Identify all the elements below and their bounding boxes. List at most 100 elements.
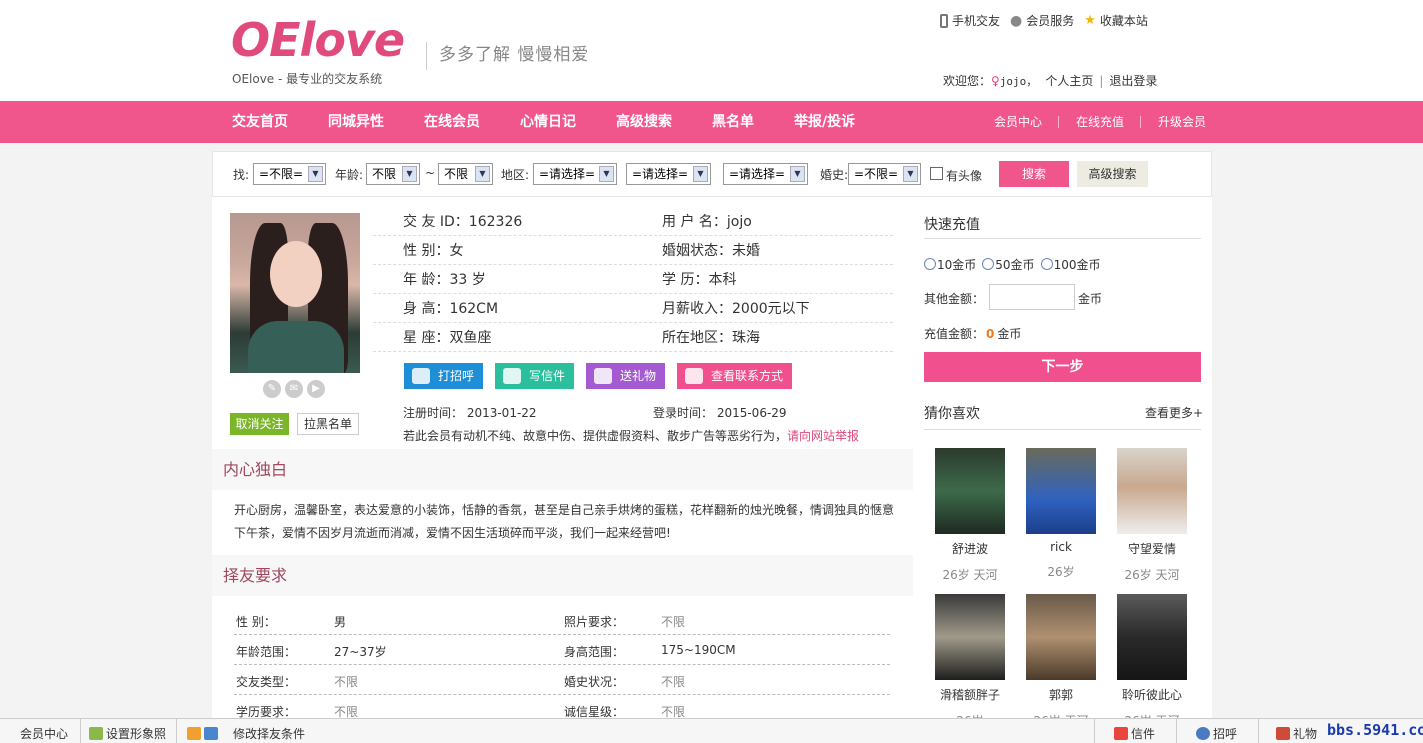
avatar	[935, 448, 1005, 534]
mail-icon[interactable]: ✉	[285, 380, 303, 398]
recharge-option-100[interactable]: 100金币	[1040, 256, 1100, 273]
radio-icon	[924, 258, 936, 270]
header: OElove OElove - 最专业的交友系统 多多了解 慢慢相爱 手机交友 …	[0, 0, 1423, 101]
bottom-letters[interactable]: 信件	[1114, 725, 1155, 742]
report-link[interactable]: 请向网站举报	[787, 429, 859, 443]
city-select[interactable]: =请选择= ▼	[626, 163, 711, 185]
play-icon[interactable]: ▶	[307, 380, 325, 398]
avatar	[935, 594, 1005, 680]
recommend-card[interactable]: 滑稽额胖子26岁	[925, 594, 1015, 729]
chat-icon	[1196, 727, 1210, 740]
requirements-title: 择友要求	[212, 555, 913, 596]
info-row: 年 龄：33 岁学 历：本科	[373, 265, 893, 294]
marriage-select[interactable]: =不限= ▼	[848, 163, 921, 185]
recommend-card[interactable]: rick 26岁	[1016, 448, 1106, 580]
unfollow-button[interactable]: 取消关注	[230, 413, 289, 435]
sidebar: 快速充值 10金币 50金币 100金币 其他金额： 金币 充值金额： 0 金币 下…	[913, 197, 1212, 743]
requirement-row: 年龄范围： 27~37岁 身高范围： 175~190CM	[234, 635, 890, 665]
chat-icon	[412, 368, 430, 384]
recharge-option-50[interactable]: 50金币	[982, 256, 1035, 273]
profile-home-link[interactable]: 个人主页	[1045, 72, 1093, 89]
watermark: bbs.5941.com	[1327, 721, 1423, 739]
photo-icon	[89, 727, 103, 740]
nav-online[interactable]: 在线会员	[424, 101, 480, 143]
avatar	[1026, 594, 1096, 680]
slogan: 多多了解 慢慢相爱	[426, 42, 589, 70]
top-links: 手机交友 ● 会员服务 ★ 收藏本站	[940, 12, 1148, 29]
recommend-card[interactable]: 郭郭26岁 天河	[1016, 594, 1106, 729]
monologue-title: 内心独白	[212, 449, 913, 490]
nav-recharge[interactable]: 在线充值	[1076, 101, 1124, 143]
welcome-bar: 欢迎您： ♀ jojo， 个人主页 | 退出登录	[943, 72, 1158, 89]
recharge-total: 充值金额： 0 金币	[924, 327, 1022, 341]
info-row: 交 友 ID：162326 用 户 名：jojo	[373, 207, 893, 236]
logout-link[interactable]: 退出登录	[1109, 72, 1157, 89]
blacklist-button[interactable]: 拉黑名单	[297, 413, 359, 435]
province-select[interactable]: =请选择= ▼	[533, 163, 617, 185]
top-link-service[interactable]: ● 会员服务	[1010, 12, 1074, 29]
phone-icon	[940, 13, 948, 28]
requirement-row: 交友类型： 不限 婚史状况： 不限	[234, 665, 890, 695]
next-step-button[interactable]: 下一步	[924, 352, 1201, 382]
recommend-card[interactable]: 聆听彼此心26岁 天河	[1107, 594, 1197, 729]
recharge-option-10[interactable]: 10金币	[924, 256, 976, 273]
radio-icon	[982, 258, 995, 270]
search-button[interactable]: 搜索	[999, 161, 1069, 187]
gift-icon	[1276, 727, 1290, 740]
register-time: 注册时间： 2013-01-22	[403, 406, 537, 420]
chevron-down-icon: ▼	[475, 166, 490, 182]
phone-icon	[685, 368, 703, 384]
radio-icon	[1040, 258, 1053, 270]
find-select[interactable]: =不限= ▼	[253, 163, 326, 185]
bottom-member-center[interactable]: 会员中心	[20, 725, 68, 742]
nav-member-center[interactable]: 会员中心	[994, 101, 1042, 143]
edit-icon[interactable]: ✎	[263, 380, 281, 398]
monologue-text: 开心厨房，温馨卧室，表达爱意的小装饰，恬静的香氛，甚至是自己亲手烘烤的蛋糕，花样…	[234, 503, 895, 540]
advanced-search-button[interactable]: 高级搜索	[1077, 161, 1148, 187]
chevron-down-icon: ▼	[693, 166, 708, 182]
amount-input[interactable]	[989, 284, 1075, 310]
greet-button[interactable]: 打招呼	[404, 363, 483, 389]
view-contact-button[interactable]: 查看联系方式	[677, 363, 792, 389]
diamond-icon	[187, 727, 201, 740]
top-link-mobile[interactable]: 手机交友	[940, 12, 1000, 29]
nav-home[interactable]: 交友首页	[232, 101, 288, 143]
chevron-down-icon: ▼	[402, 166, 417, 182]
has-avatar-checkbox[interactable]	[930, 167, 943, 180]
bottom-greetings[interactable]: 招呼	[1196, 725, 1237, 742]
send-gift-button[interactable]: 送礼物	[586, 363, 665, 389]
recommend-card[interactable]: 守望爱情 26岁 天河	[1107, 448, 1197, 583]
requirement-row: 性 别：男照片要求： 不限	[234, 605, 890, 635]
nav-report[interactable]: 举报/投诉	[794, 101, 855, 143]
bottom-toolbar: 会员中心 设置形象照 修改择友条件 信件 招呼 礼物 bbs.5941.com	[0, 718, 1423, 743]
info-row: 星 座：双鱼座 所在地区：珠海	[373, 323, 893, 352]
nav-diary[interactable]: 心情日记	[520, 101, 576, 143]
info-row: 性 别：女 婚姻状态：未婚	[373, 236, 893, 265]
recommend-card[interactable]: 舒进波 26岁 天河	[925, 448, 1015, 583]
envelope-icon	[503, 368, 521, 384]
top-link-favorite[interactable]: ★ 收藏本站	[1084, 12, 1148, 29]
envelope-icon	[1114, 727, 1128, 740]
nav-local[interactable]: 同城异性	[328, 101, 384, 143]
bottom-set-photo[interactable]: 设置形象照	[89, 725, 166, 742]
write-letter-button[interactable]: 写信件	[495, 363, 574, 389]
age-to-select[interactable]: 不限 ▼	[438, 163, 493, 185]
main-nav: 交友首页 同城异性 在线会员 心情日记 高级搜索 黑名单 举报/投诉 会员中心 …	[0, 101, 1423, 143]
bottom-edit-criteria[interactable]: 修改择友条件	[187, 725, 305, 742]
site-logo[interactable]: OElove	[231, 14, 405, 66]
age-from-select[interactable]: 不限 ▼	[366, 163, 420, 185]
nav-upgrade[interactable]: 升级会员	[1158, 101, 1206, 143]
chevron-down-icon: ▼	[599, 166, 614, 182]
nav-advanced-search[interactable]: 高级搜索	[616, 101, 672, 143]
see-more-link[interactable]: 查看更多+	[1145, 404, 1203, 421]
nav-blacklist[interactable]: 黑名单	[712, 101, 754, 143]
avatar	[1026, 448, 1096, 534]
profile-photo[interactable]	[230, 213, 360, 373]
district-select[interactable]: =请选择= ▼	[723, 163, 808, 185]
bottom-gifts[interactable]: 礼物	[1276, 725, 1317, 742]
gift-icon	[594, 368, 612, 384]
recharge-title: 快速充值	[924, 217, 980, 233]
chevron-down-icon: ▼	[790, 166, 805, 182]
star-icon: ★	[1084, 13, 1096, 28]
username[interactable]: jojo，	[1000, 73, 1038, 89]
